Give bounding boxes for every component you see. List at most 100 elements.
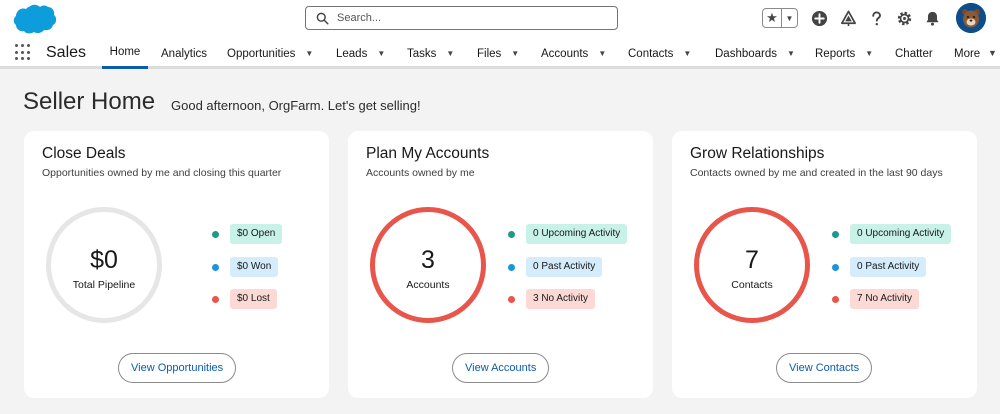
ring-label: Contacts (731, 279, 773, 291)
accounts-ring-chart: 3 Accounts (370, 207, 486, 323)
nav-tab-label: Contacts (628, 47, 674, 60)
chevron-down-icon[interactable]: ▼ (787, 49, 795, 58)
close-deals-card: Close Deals Opportunities owned by me an… (24, 131, 329, 398)
nav-tab-reports[interactable]: Reports ▼ (815, 38, 873, 69)
status-badge[interactable]: 0 Past Activity (850, 257, 927, 277)
status-dot (832, 263, 839, 271)
status-badge[interactable]: 0 Upcoming Activity (526, 224, 628, 244)
chevron-down-icon[interactable]: ▼ (305, 49, 313, 58)
status-dot (508, 230, 515, 238)
card-subtitle: Opportunities owned by me and closing th… (42, 167, 282, 179)
chevron-down-icon[interactable]: ▼ (683, 49, 691, 58)
legend-item-past-activity: 0 Past Activity (832, 257, 927, 277)
nav-tab-files[interactable]: Files ▼ (477, 38, 519, 69)
status-badge[interactable]: $0 Open (230, 224, 283, 244)
grow-relationships-card: Grow Relationships Contacts owned by me … (672, 131, 977, 398)
page-title: Seller Home (23, 88, 156, 115)
status-badge[interactable]: 3 No Activity (526, 289, 596, 309)
nav-tab-label: Dashboards (715, 47, 778, 60)
card-subtitle: Contacts owned by me and created in the … (690, 167, 943, 179)
view-accounts-button[interactable]: View Accounts (452, 353, 550, 383)
nav-tab-label: Chatter (895, 47, 933, 60)
legend-item-lost: $0 Lost (212, 289, 277, 309)
search-icon (316, 12, 329, 25)
nav-tab-opportunities[interactable]: Opportunities ▼ (227, 38, 313, 69)
status-dot (508, 295, 515, 303)
app-navigation-bar: Sales Home Analytics Opportunities ▼ Lead… (0, 38, 1000, 69)
chevron-down-icon[interactable]: ▼ (782, 9, 797, 27)
nav-tab-more[interactable]: More (954, 38, 980, 69)
salesforce-cloud-logo[interactable] (10, 3, 57, 35)
ring-value: $0 (90, 246, 118, 274)
status-dot (508, 263, 515, 271)
card-title: Grow Relationships (690, 145, 825, 162)
global-search[interactable] (305, 6, 618, 30)
status-badge[interactable]: $0 Lost (230, 289, 277, 309)
legend-item-upcoming-activity: 0 Upcoming Activity (508, 224, 628, 244)
chevron-down-icon[interactable]: ▼ (598, 49, 606, 58)
chevron-down-icon[interactable]: ▼ (988, 48, 997, 58)
pipeline-ring-chart: $0 Total Pipeline (46, 207, 162, 323)
nav-tab-leads[interactable]: Leads ▼ (336, 38, 385, 69)
card-title: Close Deals (42, 145, 126, 162)
star-icon[interactable]: ★ (763, 9, 782, 27)
legend-item-no-activity: 3 No Activity (508, 289, 596, 309)
nav-tab-label: Leads (336, 47, 368, 60)
view-opportunities-button[interactable]: View Opportunities (118, 353, 237, 383)
chevron-down-icon[interactable]: ▼ (377, 49, 385, 58)
status-badge[interactable]: $0 Won (230, 257, 279, 277)
chevron-down-icon[interactable]: ▼ (511, 49, 519, 58)
nav-tab-label: Accounts (541, 47, 589, 60)
legend-item-no-activity: 7 No Activity (832, 289, 920, 309)
global-header: ★ ▼ (0, 0, 1000, 38)
chevron-down-icon[interactable]: ▼ (446, 49, 454, 58)
nav-tab-home[interactable]: Home (102, 38, 148, 69)
legend-item-past-activity: 0 Past Activity (508, 257, 603, 277)
bell-icon[interactable] (923, 9, 941, 27)
avatar[interactable] (956, 3, 986, 33)
status-dot (832, 230, 839, 238)
greeting-text: Good afternoon, OrgFarm. Let's get selli… (171, 98, 421, 113)
app-launcher-icon[interactable] (15, 44, 32, 61)
nav-tab-dashboards[interactable]: Dashboards ▼ (715, 38, 795, 69)
status-dot (832, 295, 839, 303)
nav-tab-label: Tasks (407, 47, 437, 60)
ring-label: Total Pipeline (72, 279, 136, 291)
card-subtitle: Accounts owned by me (366, 167, 475, 179)
legend-item-open: $0 Open (212, 224, 283, 244)
ring-value: 7 (745, 246, 759, 274)
legend-item-won: $0 Won (212, 257, 279, 277)
trailhead-icon[interactable] (839, 9, 857, 27)
status-badge[interactable]: 0 Past Activity (526, 257, 603, 277)
app-name: Sales (46, 44, 87, 61)
ring-value: 3 (421, 246, 435, 274)
nav-tab-tasks[interactable]: Tasks ▼ (407, 38, 454, 69)
chevron-down-icon[interactable]: ▼ (865, 49, 873, 58)
favorites-control[interactable]: ★ ▼ (762, 8, 798, 28)
nav-tab-label: Home (109, 46, 141, 58)
help-icon[interactable] (867, 9, 885, 27)
nav-tab-label: Opportunities (227, 47, 296, 60)
nav-tab-contacts[interactable]: Contacts ▼ (628, 38, 691, 69)
nav-tab-analytics[interactable]: Analytics (161, 38, 207, 69)
status-dot (212, 230, 219, 238)
search-input[interactable] (337, 12, 597, 24)
contacts-ring-chart: 7 Contacts (694, 207, 810, 323)
nav-tab-accounts[interactable]: Accounts ▼ (541, 38, 606, 69)
nav-tab-label: Analytics (161, 47, 208, 60)
status-badge[interactable]: 0 Upcoming Activity (850, 224, 952, 244)
card-title: Plan My Accounts (366, 145, 490, 162)
status-badge[interactable]: 7 No Activity (850, 289, 920, 309)
gear-icon[interactable] (895, 9, 913, 27)
ring-label: Accounts (406, 279, 450, 291)
nav-tab-chatter[interactable]: Chatter (895, 38, 933, 69)
view-contacts-button[interactable]: View Contacts (776, 353, 873, 383)
nav-tab-label: More (954, 47, 981, 60)
plan-my-accounts-card: Plan My Accounts Accounts owned by me 3 … (348, 131, 653, 398)
plus-icon[interactable] (810, 9, 828, 27)
nav-tab-label: Reports (815, 47, 856, 60)
status-dot (212, 263, 219, 271)
status-dot (212, 295, 219, 303)
legend-item-upcoming-activity: 0 Upcoming Activity (832, 224, 952, 244)
nav-tab-label: Files (477, 47, 502, 60)
